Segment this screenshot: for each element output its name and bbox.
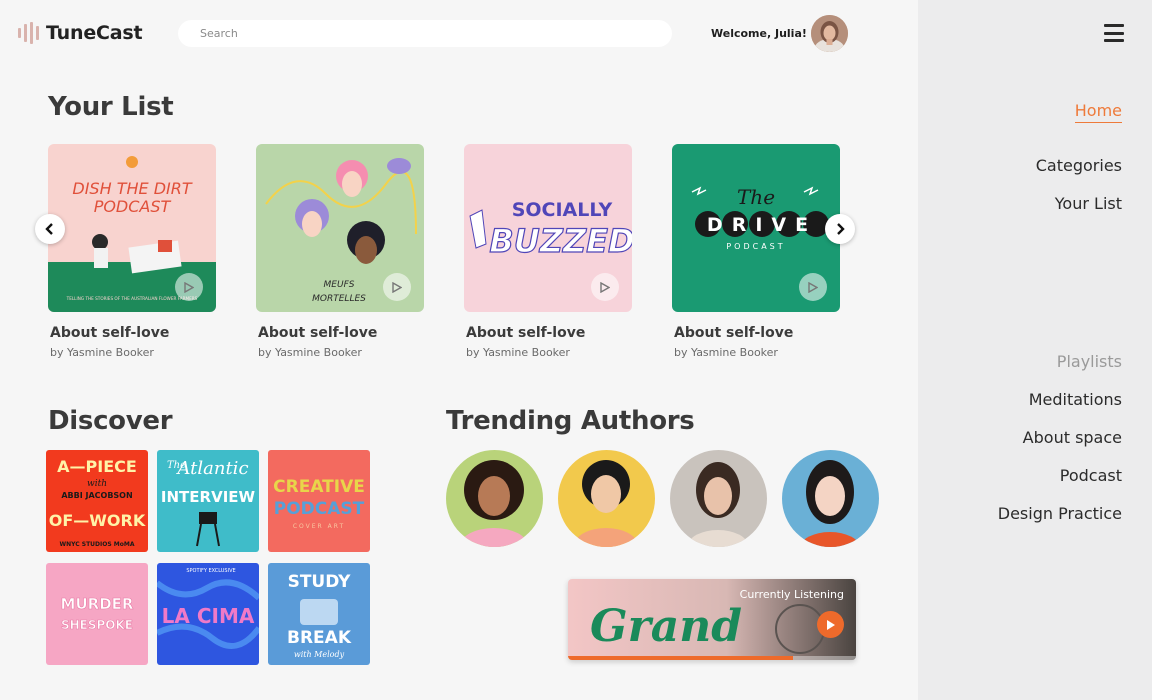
nav-item-categories[interactable]: Categories — [1036, 156, 1122, 176]
playlist-item-about-space[interactable]: About space — [998, 428, 1122, 448]
your-list-title: Your List — [48, 92, 174, 122]
cover-title: The — [737, 185, 775, 209]
cover-title: MEUFS — [324, 280, 355, 290]
welcome-text: Welcome, Julia! — [711, 27, 807, 40]
author-avatar[interactable] — [670, 450, 767, 547]
cover-subtitle: PODCAST — [94, 197, 172, 216]
carousel-next-button[interactable] — [825, 214, 855, 244]
author-avatar[interactable] — [782, 450, 879, 547]
progress-fill — [568, 656, 793, 660]
discover-title: Discover — [48, 406, 173, 436]
carousel-prev-button[interactable] — [35, 214, 65, 244]
play-icon — [827, 619, 835, 630]
playlists-heading: Playlists — [1056, 352, 1122, 371]
playlist-item-meditations[interactable]: Meditations — [998, 390, 1122, 410]
main-nav: Home Categories Your List — [1036, 101, 1122, 232]
logo-icon — [18, 22, 39, 44]
svg-text:WNYC STUDIOS MoMA: WNYC STUDIOS MoMA — [60, 541, 135, 548]
svg-text:BREAK: BREAK — [287, 628, 352, 648]
cover-tagline: PODCAST — [726, 242, 785, 251]
currently-listening-label: Currently Listening — [739, 588, 844, 601]
cover-footer: TELLING THE STORIES OF THE AUSTRALIAN FL… — [66, 296, 198, 301]
svg-text:MURDER: MURDER — [61, 595, 134, 613]
card-author: by Yasmine Booker — [50, 346, 154, 359]
app-name: TuneCast — [46, 22, 143, 44]
nav-item-home[interactable]: Home — [1074, 101, 1122, 123]
cover-title: DISH THE DIRT — [72, 179, 192, 198]
progress-bar[interactable] — [568, 656, 856, 660]
app-logo[interactable]: TuneCast — [18, 22, 143, 44]
cover-subtitle: MORTELLES — [312, 294, 366, 304]
svg-text:SPOTIFY EXCLUSIVE: SPOTIFY EXCLUSIVE — [186, 568, 235, 574]
user-avatar[interactable] — [811, 15, 848, 52]
svg-text:CREATIVE: CREATIVE — [273, 477, 365, 497]
svg-text:with: with — [87, 479, 107, 489]
svg-text:OF—WORK: OF—WORK — [49, 511, 146, 530]
podcast-card[interactable]: SOCIALLY BUZZED About self-love by Yasmi… — [464, 144, 632, 359]
chevron-left-icon — [45, 223, 53, 235]
play-button[interactable] — [799, 273, 827, 301]
card-title: About self-love — [674, 325, 794, 341]
svg-text:ABBI JACOBSON: ABBI JACOBSON — [61, 491, 132, 500]
play-button[interactable] — [591, 273, 619, 301]
author-avatar[interactable] — [558, 450, 655, 547]
podcast-cover[interactable]: MEUFS MORTELLES — [256, 144, 424, 312]
podcast-card[interactable]: The DRIVE PODCAST About self-love by Yas… — [672, 144, 840, 359]
podcast-cover[interactable]: DISH THE DIRT PODCAST TELLING THE STORIE… — [48, 144, 216, 312]
svg-text:STUDY: STUDY — [288, 572, 352, 592]
search-input[interactable] — [200, 27, 672, 40]
author-avatar[interactable] — [446, 450, 543, 547]
cover-subtitle: DRIVE — [707, 214, 817, 236]
playlist-item-podcast[interactable]: Podcast — [998, 466, 1122, 486]
svg-text:A—PIECE: A—PIECE — [57, 457, 137, 476]
playlist-item-design-practice[interactable]: Design Practice — [998, 504, 1122, 524]
hamburger-menu-icon[interactable] — [1104, 24, 1124, 42]
now-playing-cover-text: Grand — [590, 601, 742, 652]
podcast-card[interactable]: DISH THE DIRT PODCAST TELLING THE STORIE… — [48, 144, 216, 359]
svg-text:INTERVIEW: INTERVIEW — [161, 488, 256, 506]
now-playing-card[interactable]: Grand Currently Listening — [568, 579, 856, 660]
discover-cover[interactable]: SPOTIFY EXCLUSIVE LA CIMA — [157, 563, 259, 665]
cover-title: SOCIALLY — [512, 199, 613, 221]
trending-authors-title: Trending Authors — [446, 406, 695, 436]
search-bar[interactable] — [178, 20, 672, 47]
discover-cover[interactable]: CREATIVE PODCAST COVER ART — [268, 450, 370, 552]
podcast-cover[interactable]: SOCIALLY BUZZED — [464, 144, 632, 312]
card-title: About self-love — [466, 325, 586, 341]
sidebar: Home Categories Your List Playlists Medi… — [918, 0, 1152, 700]
svg-text:with Melody: with Melody — [294, 650, 345, 659]
discover-cover[interactable]: The Atlantic INTERVIEW — [157, 450, 259, 552]
svg-text:SHESPOKE: SHESPOKE — [61, 618, 133, 632]
card-author: by Yasmine Booker — [466, 346, 570, 359]
svg-text:PODCAST: PODCAST — [274, 499, 365, 519]
nav-item-your-list[interactable]: Your List — [1036, 194, 1122, 214]
podcast-cover[interactable]: The DRIVE PODCAST — [672, 144, 840, 312]
play-button[interactable] — [383, 273, 411, 301]
svg-text:COVER ART: COVER ART — [293, 523, 345, 530]
card-title: About self-love — [50, 325, 170, 341]
play-button[interactable] — [175, 273, 203, 301]
svg-text:Atlantic: Atlantic — [175, 458, 248, 479]
now-playing-play-button[interactable] — [817, 611, 844, 638]
card-title: About self-love — [258, 325, 378, 341]
svg-text:LA CIMA: LA CIMA — [162, 604, 255, 628]
cover-subtitle: BUZZED — [489, 222, 632, 260]
card-author: by Yasmine Booker — [258, 346, 362, 359]
chevron-right-icon — [837, 223, 845, 235]
discover-cover[interactable]: STUDY BREAK with Melody — [268, 563, 370, 665]
discover-cover[interactable]: MURDER SHESPOKE — [46, 563, 148, 665]
discover-cover[interactable]: A—PIECE with ABBI JACOBSON OF—WORK WNYC … — [46, 450, 148, 552]
podcast-card[interactable]: MEUFS MORTELLES About self-love by Yasmi… — [256, 144, 424, 359]
playlists-nav: Playlists Meditations About space Podcas… — [998, 352, 1122, 542]
card-author: by Yasmine Booker — [674, 346, 778, 359]
